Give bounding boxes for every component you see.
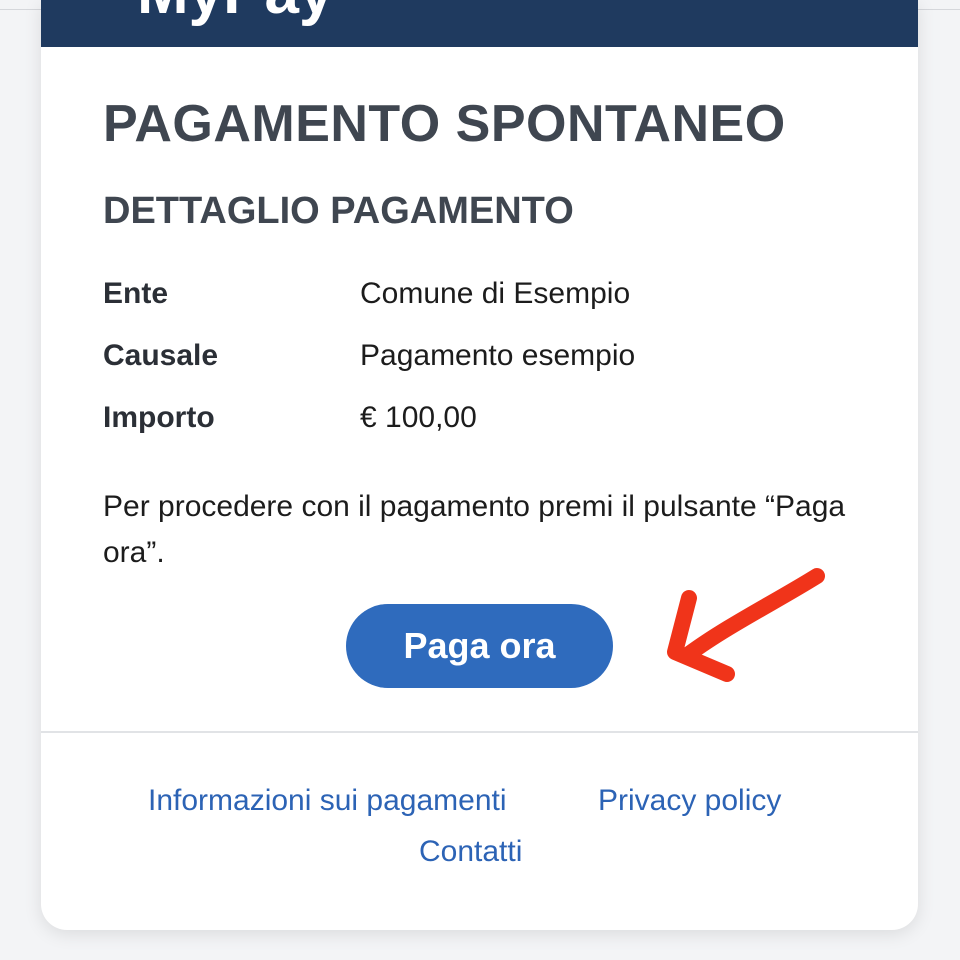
page-title: PAGAMENTO SPONTANEO — [103, 95, 786, 153]
footer-link-payment-info[interactable]: Informazioni sui pagamenti — [148, 784, 507, 818]
detail-value: Pagamento esempio — [360, 339, 636, 372]
detail-row-causale: Causale Pagamento esempio — [103, 339, 863, 379]
detail-label: Causale — [103, 339, 219, 372]
app-logo-title: MyPay — [137, 0, 333, 24]
detail-label: Importo — [103, 401, 215, 434]
pay-now-button[interactable]: Paga ora — [346, 604, 613, 688]
app-header: MyPay — [41, 0, 918, 47]
footer-divider — [41, 731, 918, 733]
detail-row-ente: Ente Comune di Esempio — [103, 277, 863, 317]
detail-label: Ente — [103, 277, 169, 310]
section-title: DETTAGLIO PAGAMENTO — [103, 190, 574, 232]
red-arrow-icon — [667, 568, 825, 682]
detail-value: € 100,00 — [360, 401, 477, 434]
footer-link-privacy-policy[interactable]: Privacy policy — [598, 784, 781, 818]
detail-value: Comune di Esempio — [360, 277, 631, 310]
payment-card: MyPay PAGAMENTO SPONTANEO DETTAGLIO PAGA… — [41, 0, 918, 930]
detail-row-importo: Importo € 100,00 — [103, 401, 863, 441]
footer-link-contacts[interactable]: Contatti — [419, 835, 522, 869]
